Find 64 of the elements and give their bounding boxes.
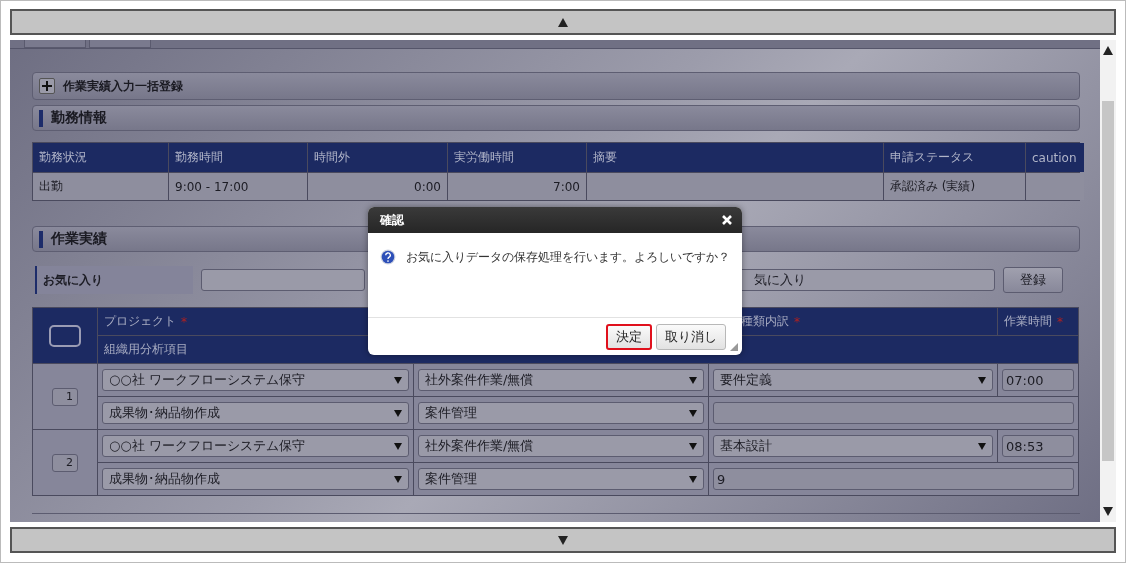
section-title: 作業実績 xyxy=(51,230,107,248)
scroll-up-button[interactable] xyxy=(10,9,1116,35)
scroll-down-icon xyxy=(1103,507,1113,516)
dialog-title: 確認 xyxy=(380,211,404,229)
register-button[interactable]: 登録 xyxy=(1003,267,1063,293)
section-marker xyxy=(39,109,43,127)
caret-icon xyxy=(978,442,986,450)
field-label: お気に入り xyxy=(35,266,193,294)
column-header: 摘要 xyxy=(587,143,883,172)
collapsible-section[interactable]: 作業実績入力一括登録 xyxy=(32,72,1080,100)
checkbox[interactable] xyxy=(49,324,81,347)
toolbar-tab[interactable] xyxy=(24,40,86,48)
section-title: 作業実績入力一括登録 xyxy=(63,77,183,95)
column-header: caution xyxy=(1026,143,1084,172)
caret-icon xyxy=(689,475,697,483)
dropdown[interactable]: ○○社 ワークフローシステム保守 xyxy=(102,435,409,457)
dialog-button[interactable]: 決定 xyxy=(606,323,652,350)
caret-icon xyxy=(394,376,402,384)
dialog-button[interactable]: 取り消し xyxy=(656,323,726,350)
scroll-up-icon xyxy=(1103,46,1113,55)
column-header: 実労働時間 xyxy=(448,143,586,172)
caret-icon xyxy=(689,442,697,450)
section-title: 勤務情報 xyxy=(51,109,107,127)
column-header: 時間外 xyxy=(308,143,447,172)
table-cell: 0:00 xyxy=(308,173,447,200)
toolbar-tab[interactable] xyxy=(89,40,151,48)
caret-icon xyxy=(689,409,697,417)
row-number: 2 xyxy=(52,453,78,472)
scroll-down-button[interactable] xyxy=(10,527,1116,553)
dropdown[interactable]: 成果物･納品物作成 xyxy=(102,468,409,490)
close-icon[interactable] xyxy=(722,215,732,225)
input-field[interactable] xyxy=(201,269,365,291)
caret-icon xyxy=(394,475,402,483)
dropdown[interactable]: 社外案件作業/無償 xyxy=(418,369,704,391)
input-field[interactable]: 08:53 xyxy=(1002,435,1074,457)
scrollbar[interactable] xyxy=(1100,40,1116,522)
dropdown[interactable]: 基本設計 xyxy=(713,435,993,457)
caret-icon xyxy=(978,376,986,384)
caret-icon xyxy=(394,409,402,417)
table-cell: 承認済み (実績) xyxy=(884,173,1025,200)
caret-icon xyxy=(394,442,402,450)
column-header: 作業時間 * xyxy=(998,308,1078,335)
dropdown[interactable]: ○○社 ワークフローシステム保守 xyxy=(102,369,409,391)
dropdown[interactable]: 成果物･納品物作成 xyxy=(102,402,409,424)
table-cell: 7:00 xyxy=(448,173,586,200)
dropdown[interactable]: 要件定義 xyxy=(713,369,993,391)
column-header: 勤務状況 xyxy=(33,143,168,172)
dropdown[interactable]: 案件管理 xyxy=(418,402,704,424)
input-field[interactable]: 07:00 xyxy=(1002,369,1074,391)
section-marker xyxy=(39,230,43,248)
dropdown[interactable]: 案件管理 xyxy=(418,468,704,490)
up-arrow-icon xyxy=(558,17,568,27)
down-arrow-icon xyxy=(558,535,568,545)
caret-icon xyxy=(689,376,697,384)
dropdown[interactable]: 社外案件作業/無償 xyxy=(418,435,704,457)
dialog-message: お気に入りデータの保存処理を行います。よろしいですか？ xyxy=(406,249,730,266)
column-header: 申請ステータス xyxy=(884,143,1025,172)
row-number: 1 xyxy=(52,387,78,406)
column-header: 勤務時間 xyxy=(169,143,307,172)
resize-grip-icon[interactable] xyxy=(730,343,738,351)
input-field[interactable]: 9 xyxy=(713,468,1074,490)
table-cell: 9:00 - 17:00 xyxy=(169,173,307,200)
scroll-thumb[interactable] xyxy=(1102,101,1114,461)
table-cell: 出勤 xyxy=(33,173,168,200)
